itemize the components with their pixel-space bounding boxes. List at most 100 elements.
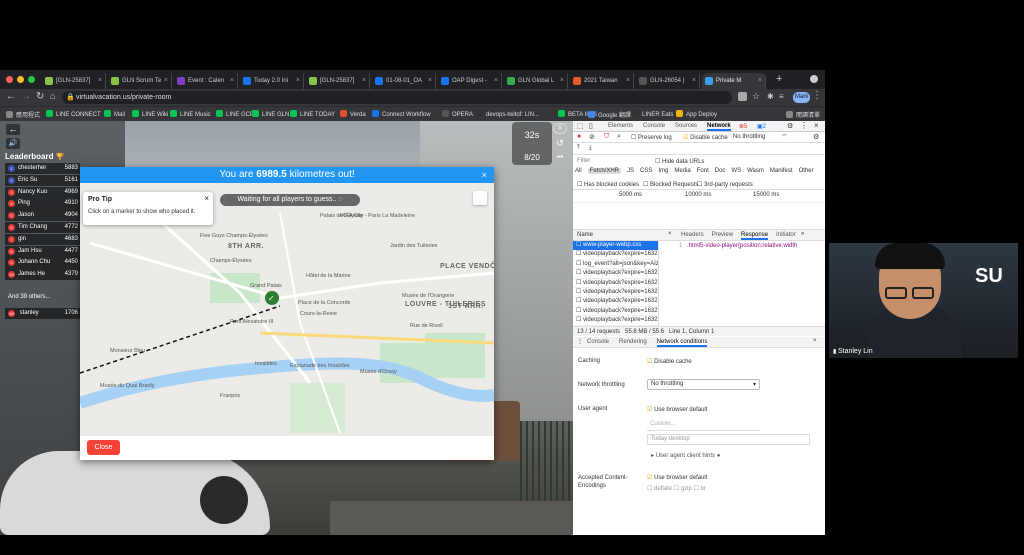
browser-tab[interactable]: GLN Global L × bbox=[504, 73, 568, 89]
maximize-window-button[interactable] bbox=[28, 76, 35, 83]
settings-gear-icon[interactable]: ⚙ bbox=[787, 122, 793, 130]
leaderboard-row[interactable]: 5 Jason 4904 bbox=[5, 210, 80, 222]
compass-icon[interactable]: ◎ bbox=[553, 123, 567, 134]
search-icon[interactable]: ⌕ bbox=[617, 133, 621, 141]
devtools-tab[interactable]: Console bbox=[643, 123, 665, 129]
tab-close-icon[interactable]: × bbox=[428, 73, 432, 89]
tab-close-icon[interactable]: × bbox=[692, 73, 696, 89]
type-filter[interactable]: WS bbox=[731, 168, 741, 174]
skip-back-icon[interactable]: ⏮ bbox=[553, 152, 567, 163]
ua-hints-toggle[interactable]: ▸ User agent client hints ● bbox=[651, 452, 720, 459]
throttling-select[interactable]: No throttling ▾ bbox=[647, 379, 760, 390]
blocked-requests-checkbox[interactable]: ☐ Blocked Requests bbox=[643, 181, 698, 188]
leaderboard-row[interactable]: 10 James He 4379 bbox=[5, 269, 80, 281]
type-filter[interactable]: Other bbox=[799, 168, 814, 174]
clear-icon[interactable]: ⊘ bbox=[589, 133, 595, 141]
pro-tip-close-icon[interactable]: × bbox=[204, 194, 209, 203]
tab-close-icon[interactable]: × bbox=[296, 73, 300, 89]
extension-icon[interactable] bbox=[738, 92, 747, 101]
devtools-tab[interactable]: Elements bbox=[608, 123, 633, 129]
close-button[interactable]: Close bbox=[87, 440, 120, 455]
leaderboard-row[interactable]: 6 Tim Chang 4772 bbox=[5, 221, 80, 234]
bookmark-item[interactable]: LINE GLN bbox=[252, 110, 289, 118]
inspect-icon[interactable]: ⬚ bbox=[577, 122, 584, 130]
puzzle-icon[interactable]: ✱ bbox=[767, 92, 774, 101]
media-icon[interactable]: ≡ bbox=[779, 92, 784, 101]
tab-close-icon[interactable]: × bbox=[164, 73, 168, 89]
detail-tab[interactable]: Preview bbox=[712, 232, 733, 238]
third-party-checkbox[interactable]: ☐ 3rd-party requests bbox=[697, 181, 753, 188]
browser-tab[interactable]: Today 2.0 Ini × bbox=[240, 73, 304, 89]
browser-tab[interactable]: [GLN-25837] × bbox=[42, 73, 106, 89]
bookmark-item[interactable]: LINE Wiki bbox=[132, 110, 168, 118]
minimize-window-button[interactable] bbox=[17, 76, 24, 83]
type-filter[interactable]: All bbox=[575, 168, 582, 174]
bookmark-item[interactable]: LINE TODAY bbox=[290, 110, 335, 118]
bookmark-item[interactable]: OPERA bbox=[442, 110, 473, 118]
bookmark-item[interactable]: Google 翻譯 bbox=[588, 110, 631, 119]
leaderboard-row[interactable]: 7 gin 4683 bbox=[5, 233, 80, 246]
import-icon[interactable]: ⤒ bbox=[577, 145, 580, 152]
record-icon[interactable]: ● bbox=[577, 133, 581, 140]
type-filter[interactable]: Manifest bbox=[770, 168, 793, 174]
browser-tab[interactable]: GLN-26054 | × bbox=[636, 73, 700, 89]
request-row[interactable]: ☐ videoplayback?expire=1632... bbox=[573, 250, 658, 260]
menu-kebab-icon[interactable]: ⋮ bbox=[812, 90, 822, 101]
request-row[interactable]: ☐ videoplayback?expire=1632... bbox=[573, 307, 658, 317]
browser-tab[interactable]: 01-08-01_OA × bbox=[372, 73, 436, 89]
request-row[interactable]: ☐ www-player-webp.css bbox=[573, 241, 658, 251]
type-filter[interactable]: Media bbox=[674, 168, 690, 174]
bookmark-item[interactable]: App Deploy bbox=[676, 110, 717, 118]
drawer-tab[interactable]: Rendering bbox=[619, 339, 647, 345]
request-row[interactable]: ☐ log_event?alt=json&key=AIz... bbox=[573, 260, 658, 270]
bookmark-item[interactable]: Connect Workflow bbox=[372, 110, 431, 118]
drawer-tab[interactable]: Console bbox=[587, 339, 609, 345]
tab-close-icon[interactable]: × bbox=[758, 73, 762, 89]
type-filter[interactable]: Img bbox=[658, 168, 668, 174]
tab-search-button[interactable] bbox=[810, 75, 818, 83]
enc-gzip[interactable]: gzip bbox=[681, 486, 692, 492]
ua-custom-select[interactable]: Custom... bbox=[647, 420, 760, 431]
leaderboard-row[interactable]: 9 Johann Chu 4450 bbox=[5, 257, 80, 269]
close-icon[interactable]: × bbox=[482, 167, 487, 183]
type-filter[interactable]: Fetch/XHR bbox=[587, 168, 622, 174]
reload-icon[interactable]: ↻ bbox=[36, 91, 44, 102]
bookmark-star-icon[interactable]: ☆ bbox=[752, 91, 760, 102]
request-row[interactable]: ☐ videoplayback?expire=1632... bbox=[573, 297, 658, 307]
ua-text-input[interactable]: Today desktop bbox=[647, 434, 810, 445]
wifi-icon[interactable]: ⌔ bbox=[781, 133, 788, 142]
tab-close-icon[interactable]: × bbox=[560, 73, 564, 89]
devtools-tab[interactable]: Sources bbox=[675, 123, 697, 129]
enc-br[interactable]: br bbox=[701, 486, 706, 492]
blocked-cookies-checkbox[interactable]: ☐ Has blocked cookies bbox=[577, 181, 639, 188]
drawer-tab[interactable]: Network conditions bbox=[656, 339, 708, 347]
forward-arrow-icon[interactable]: → bbox=[21, 91, 31, 102]
leaderboard-row[interactable]: 2 Eric Su 5161 bbox=[5, 174, 80, 187]
type-filter[interactable]: JS bbox=[627, 168, 634, 174]
profile-badge[interactable]: Mark bbox=[793, 92, 811, 103]
request-row[interactable]: ☐ videoplayback?expire=1632... bbox=[573, 269, 658, 279]
request-row[interactable]: ☐ videoplayback?expire=1632... bbox=[573, 288, 658, 298]
close-detail-icon[interactable]: × bbox=[668, 231, 672, 237]
network-settings-icon[interactable]: ⚙ bbox=[813, 133, 819, 141]
filter-input[interactable]: Filter bbox=[577, 158, 590, 164]
drawer-close-icon[interactable]: × bbox=[813, 338, 817, 344]
caching-checkbox[interactable]: ☑ Disable cache bbox=[647, 358, 692, 365]
leaderboard-row[interactable]: 4 Ping 4910 bbox=[5, 198, 80, 210]
preserve-log-checkbox[interactable]: ☐ Preserve log bbox=[631, 134, 672, 141]
device-icon[interactable]: ▯ bbox=[589, 122, 593, 130]
bookmark-item[interactable]: Verda bbox=[340, 110, 366, 118]
type-filter[interactable]: CSS bbox=[640, 168, 652, 174]
leaderboard-row[interactable]: 3 Nancy Kuo 4969 bbox=[5, 186, 80, 198]
type-filter[interactable]: Wasm bbox=[747, 168, 764, 174]
volume-icon[interactable]: 🔊 bbox=[6, 138, 20, 149]
back-arrow-icon[interactable]: ← bbox=[6, 91, 16, 102]
enc-deflate[interactable]: deflate bbox=[654, 486, 672, 492]
home-icon[interactable]: ⌂ bbox=[50, 91, 55, 101]
browser-tab[interactable]: Event : Calen × bbox=[174, 73, 238, 89]
bookmark-item[interactable]: LINE Music bbox=[170, 110, 211, 118]
browser-tab[interactable]: [GLN-25837] × bbox=[306, 73, 370, 89]
detail-tab[interactable]: Headers bbox=[681, 232, 704, 238]
throttle-select[interactable]: No throttling bbox=[733, 134, 765, 140]
url-input[interactable]: 🔒 virtualvacation.us/private-room bbox=[62, 91, 732, 104]
